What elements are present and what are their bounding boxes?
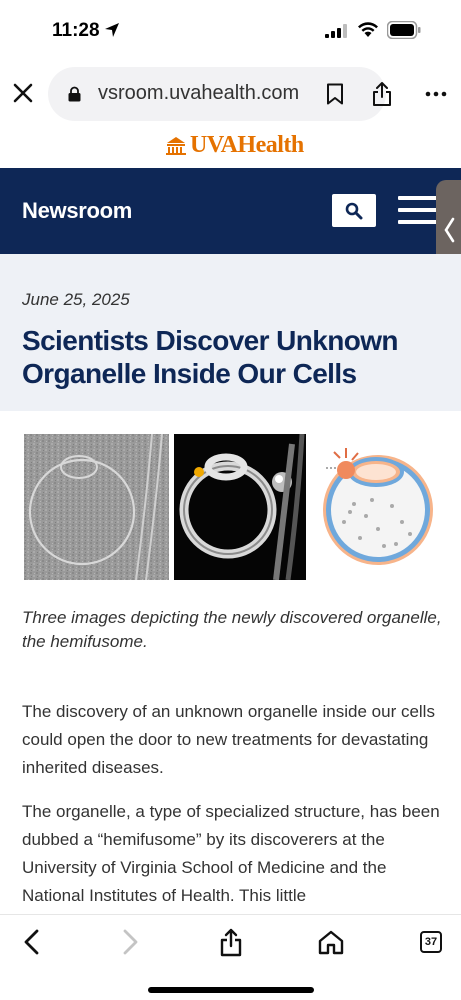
menu-bar	[398, 196, 438, 200]
forward-icon[interactable]	[114, 927, 144, 957]
menu-bar	[398, 208, 438, 212]
article-figure	[22, 434, 442, 582]
status-bar: 11:28	[0, 0, 461, 62]
status-time: 11:28	[52, 20, 100, 41]
url-text[interactable]: vsroom.uvahealth.com	[98, 82, 308, 105]
more-options-icon[interactable]	[424, 90, 448, 98]
share-icon[interactable]	[371, 81, 393, 107]
search-icon	[345, 202, 363, 220]
back-icon[interactable]	[18, 927, 48, 957]
address-bar[interactable]: vsroom.uvahealth.com	[48, 67, 391, 121]
home-indicator[interactable]	[148, 987, 314, 993]
location-arrow-icon	[105, 23, 119, 37]
lock-icon	[68, 86, 81, 102]
battery-icon	[387, 21, 421, 39]
3d-rendering-image	[174, 434, 306, 580]
site-header: Newsroom	[0, 168, 461, 254]
section-title[interactable]: Newsroom	[22, 198, 132, 224]
close-icon[interactable]	[12, 82, 34, 104]
menu-button[interactable]	[398, 196, 438, 226]
home-icon[interactable]	[316, 927, 346, 957]
search-button[interactable]	[332, 194, 376, 227]
browser-bottom-toolbar: 37	[0, 914, 461, 1000]
article-date: June 25, 2025	[22, 290, 130, 309]
image-caption: Three images depicting the newly discove…	[22, 608, 442, 651]
cellular-signal-icon	[325, 24, 347, 38]
wifi-icon	[358, 22, 378, 37]
hemifusome-illustration	[314, 434, 442, 580]
site-logo[interactable]: UVAHealth	[0, 126, 461, 168]
article-header: June 25, 2025 Scientists Discover Unknow…	[0, 254, 461, 411]
tabs-button[interactable]: 37	[420, 931, 442, 953]
logo-text: UVAHealth	[190, 132, 304, 158]
rotunda-logo-icon	[166, 137, 186, 155]
article-title: Scientists Discover Unknown Organelle In…	[22, 325, 399, 389]
bookmark-icon[interactable]	[326, 83, 344, 105]
browser-toolbar: vsroom.uvahealth.com	[0, 62, 461, 126]
menu-bar	[398, 220, 438, 224]
tomogram-image	[24, 434, 169, 580]
article-paragraph: The discovery of an unknown organelle in…	[22, 702, 435, 777]
article-paragraph: The organelle, a type of specialized str…	[22, 802, 440, 905]
share-icon[interactable]	[216, 927, 246, 957]
chevron-left-icon	[444, 217, 455, 243]
